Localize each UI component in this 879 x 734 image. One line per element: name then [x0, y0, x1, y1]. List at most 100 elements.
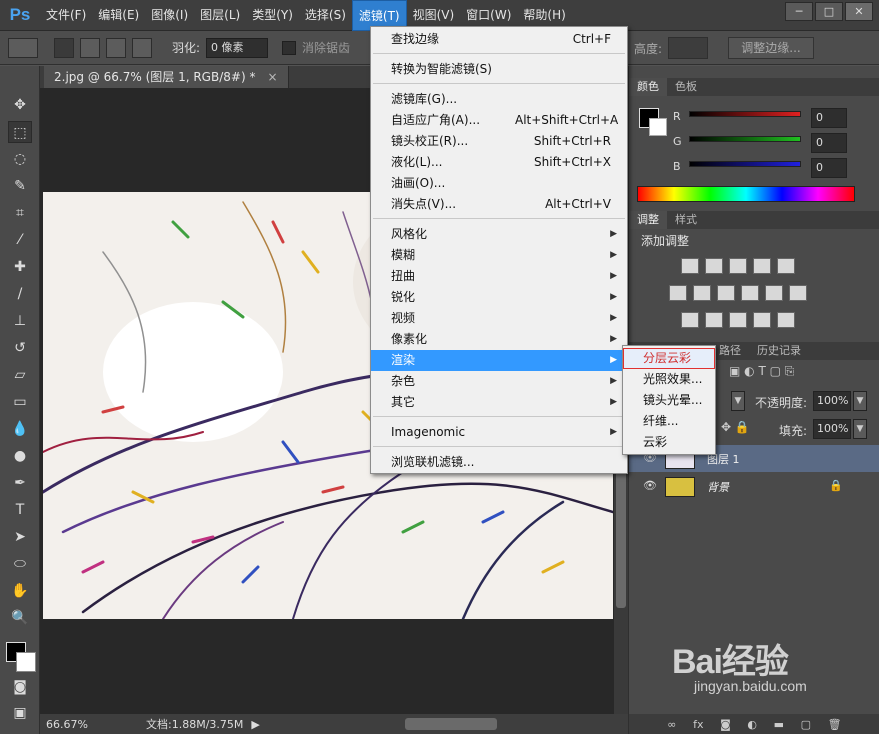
- color-spectrum-ramp[interactable]: [637, 186, 855, 202]
- color-panel-background[interactable]: [649, 118, 667, 136]
- tab-swatches[interactable]: 色板: [667, 78, 705, 96]
- quick-selection-icon[interactable]: ✎: [8, 175, 32, 197]
- menu-item-render[interactable]: 渲染 ▶: [371, 350, 627, 371]
- blend-mode-dropdown[interactable]: ▼: [731, 391, 745, 411]
- crop-tool-icon[interactable]: ⌗: [8, 202, 32, 224]
- menu-item-pixelate[interactable]: 像素化 ▶: [371, 329, 627, 350]
- trash-icon[interactable]: 🗑: [828, 718, 842, 731]
- opacity-dropdown[interactable]: ▼: [853, 391, 867, 411]
- close-tab-icon[interactable]: ×: [267, 70, 277, 84]
- status-menu-arrow-icon[interactable]: ▶: [251, 718, 259, 731]
- vertical-scroll-thumb[interactable]: [616, 468, 626, 608]
- green-value[interactable]: 0: [811, 133, 847, 153]
- pen-tool-icon[interactable]: ✒: [8, 472, 32, 494]
- levels-icon[interactable]: [705, 258, 723, 274]
- history-brush-icon[interactable]: ↺: [8, 337, 32, 359]
- menu-item-video[interactable]: 视频 ▶: [371, 308, 627, 329]
- menu-item-convert-smart-filters[interactable]: 转换为智能滤镜(S): [371, 59, 627, 80]
- submenu-item-lighting-effects[interactable]: 光照效果...: [623, 369, 715, 390]
- subtract-from-selection-icon[interactable]: [106, 37, 126, 58]
- document-tab[interactable]: 2.jpg @ 66.7% (图层 1, RGB/8#) * ×: [44, 66, 289, 88]
- submenu-item-lens-flare[interactable]: 镜头光晕...: [623, 390, 715, 411]
- tab-adjustments[interactable]: 调整: [629, 211, 667, 229]
- eraser-tool-icon[interactable]: ▱: [8, 364, 32, 386]
- menu-item-find-edges[interactable]: 查找边缘 Ctrl+F: [371, 29, 627, 50]
- minimize-button[interactable]: ─: [785, 2, 813, 21]
- zoom-level[interactable]: 66.67%: [46, 718, 90, 731]
- blur-tool-icon[interactable]: 💧: [8, 418, 32, 440]
- quick-mask-icon[interactable]: ◙: [8, 676, 32, 698]
- menu-item-blur[interactable]: 模糊 ▶: [371, 245, 627, 266]
- color-balance-icon[interactable]: [693, 285, 711, 301]
- tab-styles[interactable]: 样式: [667, 211, 705, 229]
- menu-item-stylize[interactable]: 风格化 ▶: [371, 224, 627, 245]
- zoom-tool-icon[interactable]: 🔍: [8, 607, 32, 629]
- menu-edit[interactable]: 编辑(E): [92, 0, 145, 31]
- background-color-swatch[interactable]: [16, 652, 36, 672]
- menu-item-vanishing-point[interactable]: 消失点(V)... Alt+Ctrl+V: [371, 194, 627, 215]
- submenu-item-fibers[interactable]: 纤维...: [623, 411, 715, 432]
- photo-filter-icon[interactable]: [741, 285, 759, 301]
- menu-file[interactable]: 文件(F): [40, 0, 92, 31]
- red-bar[interactable]: [689, 111, 801, 117]
- menu-item-adaptive-wide-angle[interactable]: 自适应广角(A)... Alt+Shift+Ctrl+A: [371, 110, 627, 131]
- clone-stamp-icon[interactable]: ⊥: [8, 310, 32, 332]
- menu-layer[interactable]: 图层(L): [194, 0, 246, 31]
- horizontal-scroll-thumb[interactable]: [405, 718, 497, 730]
- layer-row-background[interactable]: 👁 背景 🔒: [629, 473, 879, 500]
- invert-icon[interactable]: [681, 312, 699, 328]
- gradient-map-icon[interactable]: [777, 312, 795, 328]
- gradient-tool-icon[interactable]: ▭: [8, 391, 32, 413]
- red-slider[interactable]: R 0: [673, 108, 853, 130]
- menu-item-distort[interactable]: 扭曲 ▶: [371, 266, 627, 287]
- height-input[interactable]: [668, 37, 708, 59]
- layer-filter-icons[interactable]: ▣ ◐ T ▢ ⎘: [729, 364, 794, 379]
- menu-item-noise[interactable]: 杂色 ▶: [371, 371, 627, 392]
- tab-color[interactable]: 颜色: [629, 78, 667, 96]
- blue-value[interactable]: 0: [811, 158, 847, 178]
- menu-image[interactable]: 图像(I): [145, 0, 194, 31]
- marquee-tool-preset-icon[interactable]: [8, 37, 38, 58]
- dodge-tool-icon[interactable]: ●: [8, 445, 32, 467]
- vibrance-icon[interactable]: [777, 258, 795, 274]
- menu-item-imagenomic[interactable]: Imagenomic ▶: [371, 422, 627, 443]
- refine-edge-button[interactable]: 调整边缘...: [728, 37, 814, 59]
- brightness-icon[interactable]: [681, 258, 699, 274]
- fill-input[interactable]: 100%: [813, 419, 851, 439]
- eyedropper-icon[interactable]: ⁄: [8, 229, 32, 251]
- lock-icons[interactable]: ✥ 🔒: [721, 420, 750, 434]
- tab-history[interactable]: 历史记录: [749, 342, 809, 360]
- menu-type[interactable]: 类型(Y): [246, 0, 299, 31]
- antialias-checkbox[interactable]: [282, 40, 297, 55]
- add-to-selection-icon[interactable]: [80, 37, 100, 58]
- fx-icon[interactable]: fx: [693, 718, 703, 731]
- submenu-item-clouds[interactable]: 云彩: [623, 432, 715, 453]
- visibility-eye-icon[interactable]: 👁: [643, 479, 657, 492]
- menu-item-oil-paint[interactable]: 油画(O)...: [371, 173, 627, 194]
- brush-tool-icon[interactable]: /: [8, 283, 32, 305]
- menu-item-browse-online-filters[interactable]: 浏览联机滤镜...: [371, 452, 627, 473]
- channel-mixer-icon[interactable]: [765, 285, 783, 301]
- new-selection-icon[interactable]: [54, 37, 74, 58]
- link-icon[interactable]: ∞: [667, 718, 676, 731]
- healing-brush-icon[interactable]: ✚: [8, 256, 32, 278]
- menu-select[interactable]: 选择(S): [299, 0, 352, 31]
- opacity-input[interactable]: 100%: [813, 391, 851, 411]
- tab-paths[interactable]: 路径: [711, 342, 749, 360]
- green-bar[interactable]: [689, 136, 801, 142]
- green-slider[interactable]: G 0: [673, 133, 853, 155]
- mask-icon[interactable]: ◙: [720, 718, 731, 731]
- menu-item-liquify[interactable]: 液化(L)... Shift+Ctrl+X: [371, 152, 627, 173]
- curves-icon[interactable]: [729, 258, 747, 274]
- blue-bar[interactable]: [689, 161, 801, 167]
- posterize-icon[interactable]: [705, 312, 723, 328]
- selective-color-icon[interactable]: [753, 312, 771, 328]
- screen-mode-icon[interactable]: ▣: [8, 702, 32, 724]
- red-value[interactable]: 0: [811, 108, 847, 128]
- black-white-icon[interactable]: [717, 285, 735, 301]
- fill-dropdown[interactable]: ▼: [853, 419, 867, 439]
- group-icon[interactable]: ▬: [774, 718, 784, 731]
- move-tool-icon[interactable]: ✥: [8, 94, 32, 116]
- exposure-icon[interactable]: [753, 258, 771, 274]
- path-selection-icon[interactable]: ➤: [8, 526, 32, 548]
